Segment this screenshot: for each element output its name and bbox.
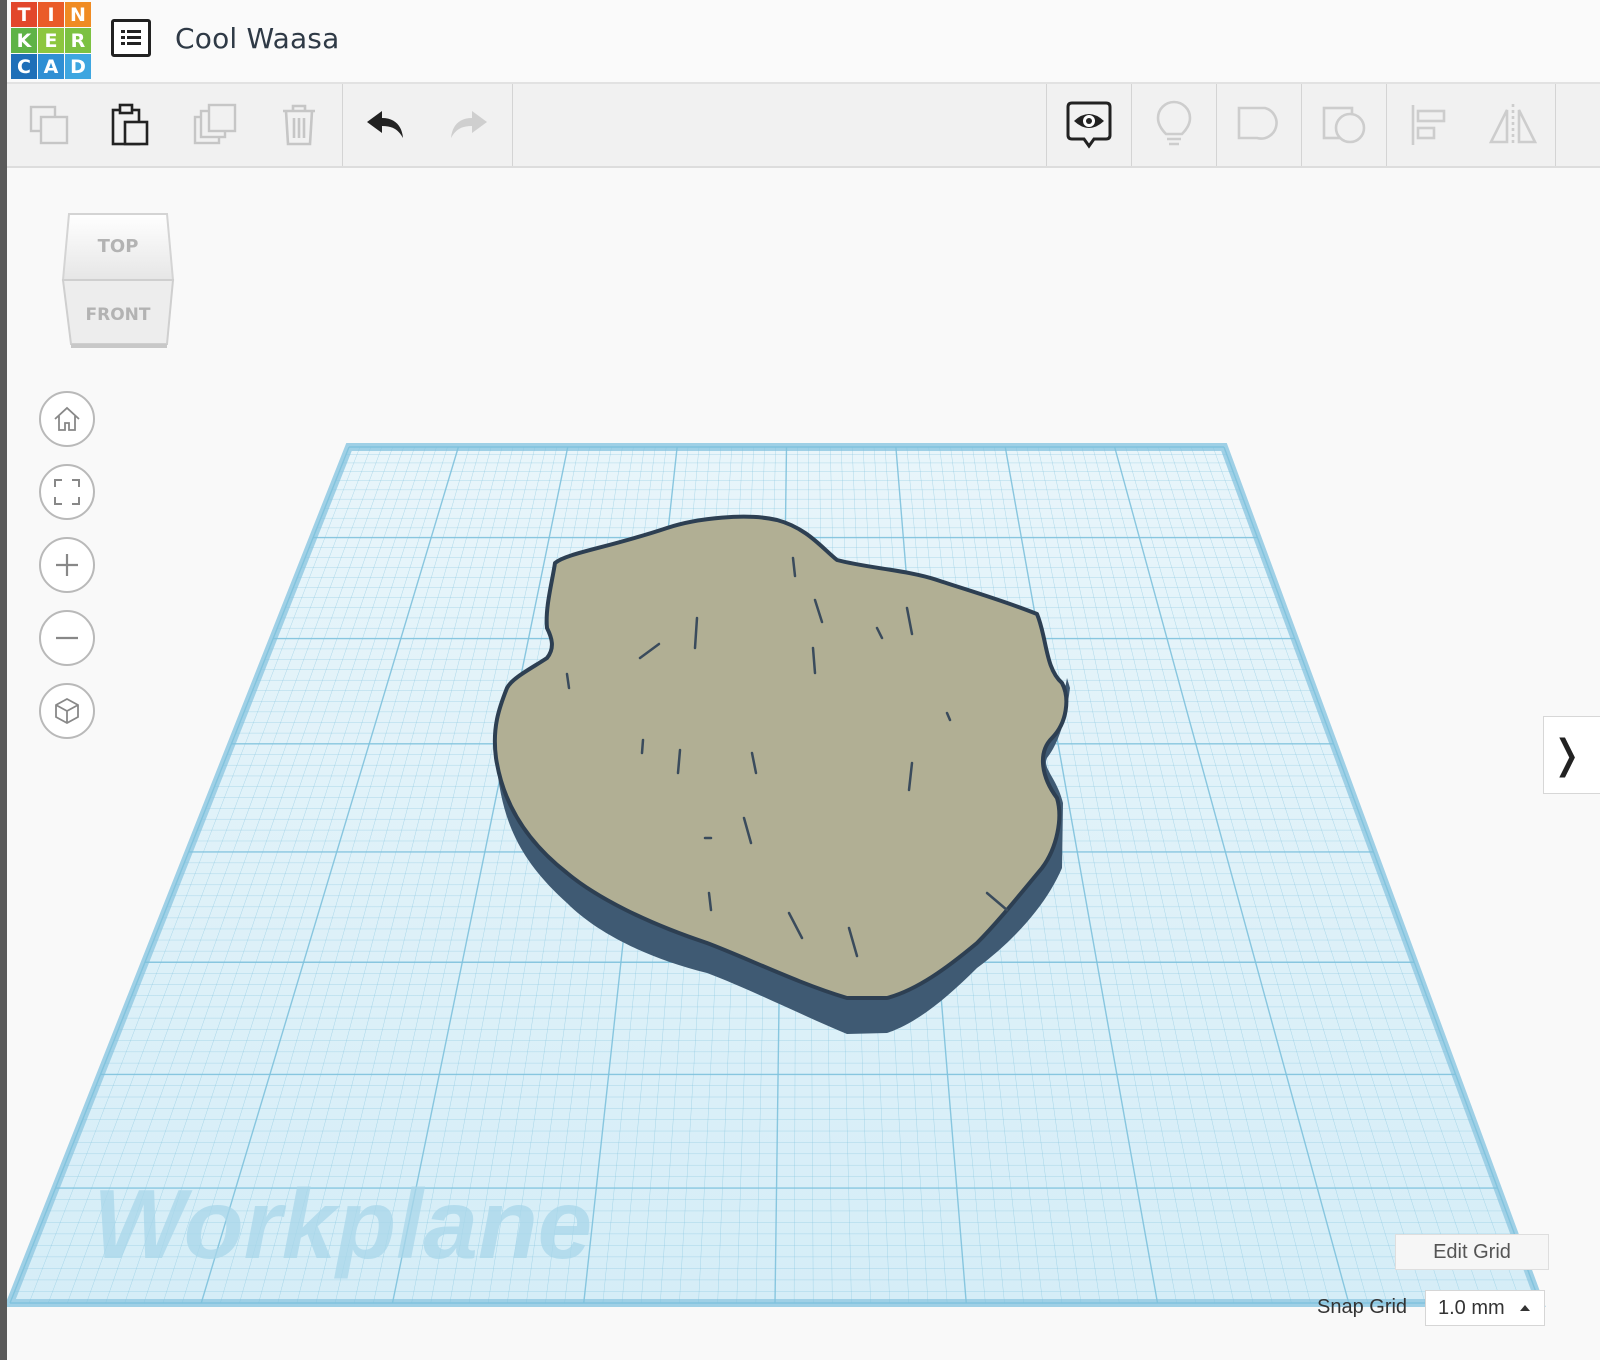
- 3d-viewport[interactable]: Workplane TOP FRONT ❭ Edit Grid Snap Gri…: [7, 168, 1600, 1360]
- logo-letter: E: [38, 28, 64, 53]
- toolbar-divider: [1555, 84, 1556, 166]
- duplicate-icon: [193, 103, 237, 145]
- ungroup-button[interactable]: [1304, 84, 1384, 166]
- align-icon: [1411, 105, 1446, 145]
- workplane-watermark: Workplane: [93, 1169, 592, 1279]
- logo-letter: K: [11, 28, 37, 53]
- toolbar-divider: [342, 84, 343, 166]
- logo-letter: C: [11, 54, 37, 79]
- toolbar-divider: [1046, 84, 1047, 166]
- fit-view-icon: [54, 479, 80, 505]
- group-icon: [1237, 106, 1278, 140]
- caret-up-icon: [1520, 1305, 1530, 1311]
- home-view-button[interactable]: [39, 391, 95, 447]
- perspective-cube-icon: [55, 697, 79, 725]
- zoom-out-icon: [56, 636, 78, 640]
- undo-icon: [367, 111, 403, 138]
- edit-grid-button[interactable]: Edit Grid: [1395, 1234, 1549, 1270]
- logo-letter: A: [38, 54, 64, 79]
- hint-button[interactable]: [1134, 84, 1214, 166]
- zoom-in-button[interactable]: [39, 537, 95, 593]
- duplicate-button[interactable]: [175, 84, 255, 166]
- design-title[interactable]: Cool Waasa: [175, 22, 339, 55]
- paste-button[interactable]: [91, 84, 171, 166]
- top-header: T I N K E R C A D Cool Waasa: [7, 0, 1600, 84]
- copy-icon: [29, 105, 69, 145]
- align-button[interactable]: [1389, 84, 1469, 166]
- snap-grid-label: Snap Grid: [1317, 1296, 1408, 1318]
- undo-button[interactable]: [346, 84, 426, 166]
- redo-button[interactable]: [428, 84, 508, 166]
- ungroup-icon: [1322, 106, 1366, 144]
- zoom-out-button[interactable]: [39, 610, 95, 666]
- delete-button[interactable]: [259, 84, 339, 166]
- lightbulb-icon: [1156, 100, 1192, 146]
- redo-icon: [451, 111, 487, 138]
- chevron-right-icon: ❭: [1550, 732, 1584, 778]
- window-edge: [0, 0, 7, 1360]
- group-button[interactable]: [1219, 84, 1299, 166]
- toolbar-divider: [1301, 84, 1302, 166]
- snap-grid-value: 1.0 mm: [1438, 1296, 1505, 1319]
- trash-icon: [283, 104, 315, 146]
- paste-icon: [111, 103, 149, 146]
- view-cube[interactable]: TOP FRONT: [59, 210, 179, 350]
- toolbar-divider: [1131, 84, 1132, 166]
- tinkercad-logo[interactable]: T I N K E R C A D: [11, 2, 91, 80]
- logo-letter: T: [11, 2, 37, 27]
- logo-letter: D: [65, 54, 91, 79]
- workplane-scene[interactable]: Workplane: [7, 168, 1600, 1360]
- zoom-in-icon: [56, 554, 78, 576]
- tinkercad-editor: T I N K E R C A D Cool Waasa Workplane T…: [0, 0, 1600, 1360]
- shapes-panel-toggle[interactable]: ❭: [1543, 716, 1600, 794]
- viewcube-top-label[interactable]: TOP: [98, 236, 139, 257]
- list-icon: [121, 30, 141, 45]
- toolbar-divider: [1216, 84, 1217, 166]
- viewcube-front-label[interactable]: FRONT: [86, 305, 151, 325]
- toolbar-divider: [1386, 84, 1387, 166]
- copy-button[interactable]: [9, 84, 89, 166]
- toolbar: [7, 84, 1600, 168]
- home-icon: [54, 406, 80, 431]
- eye-bubble-icon: [1066, 101, 1112, 149]
- mirror-button[interactable]: [1473, 84, 1553, 166]
- fit-view-button[interactable]: [39, 464, 95, 520]
- snap-grid-select[interactable]: 1.0 mm: [1425, 1290, 1545, 1326]
- toolbar-divider: [512, 84, 513, 166]
- logo-letter: I: [38, 2, 64, 27]
- mirror-icon: [1488, 104, 1538, 146]
- show-all-button[interactable]: [1049, 84, 1129, 166]
- perspective-button[interactable]: [39, 683, 95, 739]
- logo-letter: R: [65, 28, 91, 53]
- logo-letter: N: [65, 2, 91, 27]
- design-menu-button[interactable]: [111, 19, 151, 57]
